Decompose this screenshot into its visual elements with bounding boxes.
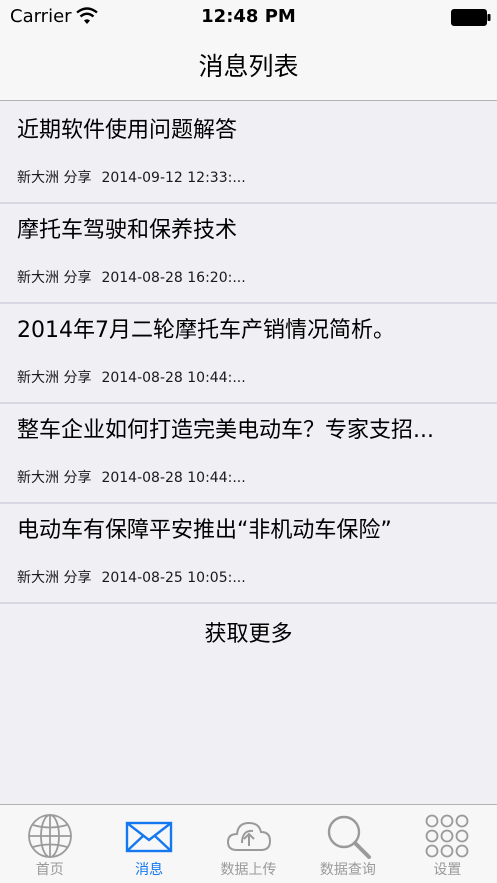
message-meta: 新大洲 分享 2014-09-12 12:33:... [17, 168, 246, 188]
message-title: 电动车有保障平安推出“非机动车保险” [17, 518, 392, 543]
battery-icon [451, 9, 491, 26]
status-bar: Carrier 12:48 PM [0, 0, 497, 40]
message-meta: 新大洲 分享 2014-08-28 10:44:... [17, 468, 246, 488]
tab-label: 数据上传 [220, 862, 277, 878]
message-author: 新大洲 分享 [17, 370, 92, 386]
message-list-item[interactable]: 电动车有保障平安推出“非机动车保险” 新大洲 分享 2014-08-25 10:0… [0, 504, 497, 604]
globe-icon [27, 814, 72, 858]
grid-dots-icon [425, 814, 469, 858]
message-meta: 新大洲 分享 2014-08-28 16:20:... [17, 268, 246, 288]
message-list-item[interactable]: 整车企业如何打造完美电动车？专家支招... 新大洲 分享 2014-08-28 1… [0, 404, 497, 504]
message-title: 摩托车驾驶和保养技术 [17, 218, 238, 243]
status-time: 12:48 PM [201, 6, 296, 27]
navigation-bar: 消息列表 [0, 40, 497, 101]
message-title: 近期软件使用问题解答 [17, 118, 238, 143]
message-list-item[interactable]: 近期软件使用问题解答 新大洲 分享 2014-09-12 12:33:... [0, 104, 497, 204]
message-meta: 新大洲 分享 2014-08-28 10:44:... [17, 368, 246, 388]
message-list: 近期软件使用问题解答 新大洲 分享 2014-09-12 12:33:... 摩托… [0, 104, 497, 604]
message-date: 2014-08-28 10:44:... [101, 470, 246, 486]
tab-label: 数据查询 [319, 862, 376, 878]
message-date: 2014-08-28 16:20:... [101, 270, 246, 286]
magnifier-icon [327, 815, 371, 859]
tab-data-upload[interactable]: 数据上传 [199, 805, 298, 883]
message-title: 整车企业如何打造完美电动车？专家支招... [17, 418, 434, 443]
message-date: 2014-08-25 10:05:... [101, 570, 246, 586]
tab-bar: 首页 消息 数据上传 数据查询 设置 [0, 804, 497, 883]
message-list-item[interactable]: 2014年7月二轮摩托车产销情况简析。 新大洲 分享 2014-08-28 10:… [0, 304, 497, 404]
message-date: 2014-08-28 10:44:... [101, 370, 246, 386]
tab-label: 消息 [135, 862, 164, 878]
page-title: 消息列表 [198, 52, 299, 81]
envelope-icon [125, 821, 173, 853]
tab-data-query[interactable]: 数据查询 [298, 805, 397, 883]
message-author: 新大洲 分享 [17, 570, 92, 586]
message-author: 新大洲 分享 [17, 270, 92, 286]
tab-home[interactable]: 首页 [0, 805, 99, 883]
cloud-upload-icon [226, 821, 271, 851]
tab-settings[interactable]: 设置 [398, 805, 497, 883]
tab-label: 首页 [35, 862, 64, 878]
message-title: 2014年7月二轮摩托车产销情况简析。 [17, 318, 395, 343]
load-more-button[interactable]: 获取更多 [0, 620, 497, 650]
message-author: 新大洲 分享 [17, 170, 92, 186]
message-list-item[interactable]: 摩托车驾驶和保养技术 新大洲 分享 2014-08-28 16:20:... [0, 204, 497, 304]
tab-messages[interactable]: 消息 [99, 805, 198, 883]
message-author: 新大洲 分享 [17, 470, 92, 486]
message-meta: 新大洲 分享 2014-08-25 10:05:... [17, 568, 246, 588]
tab-label: 设置 [433, 862, 462, 878]
message-date: 2014-09-12 12:33:... [101, 170, 246, 186]
